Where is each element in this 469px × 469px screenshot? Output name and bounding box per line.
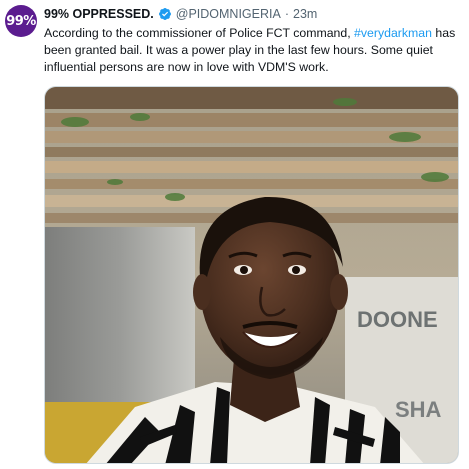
- avatar-text: 99%: [6, 13, 36, 29]
- tweet-header: 99% OPPRESSED. @PIDOMNIGERIA · 23m: [44, 6, 317, 22]
- tweet-card[interactable]: 99% 99% OPPRESSED. @PIDOMNIGERIA · 23m A…: [0, 0, 469, 469]
- background-sign: DOONE: [357, 307, 438, 332]
- tweet-media-photo[interactable]: DOONE SHA: [44, 86, 459, 464]
- background-sign-2: SHA: [395, 397, 442, 422]
- timestamp[interactable]: 23m: [293, 6, 317, 22]
- avatar[interactable]: 99%: [5, 5, 37, 37]
- tweet-text: According to the commissioner of Police …: [44, 25, 464, 76]
- separator-dot: ·: [284, 7, 289, 21]
- selfie-photo: DOONE SHA: [45, 87, 458, 463]
- tweet-text-part1: According to the commissioner of Police …: [44, 26, 355, 40]
- hashtag-link[interactable]: #verydarkman: [354, 26, 432, 40]
- display-name[interactable]: 99% OPPRESSED.: [44, 6, 154, 22]
- verified-badge-icon: [158, 8, 171, 20]
- user-handle[interactable]: @PIDOMNIGERIA: [176, 6, 281, 22]
